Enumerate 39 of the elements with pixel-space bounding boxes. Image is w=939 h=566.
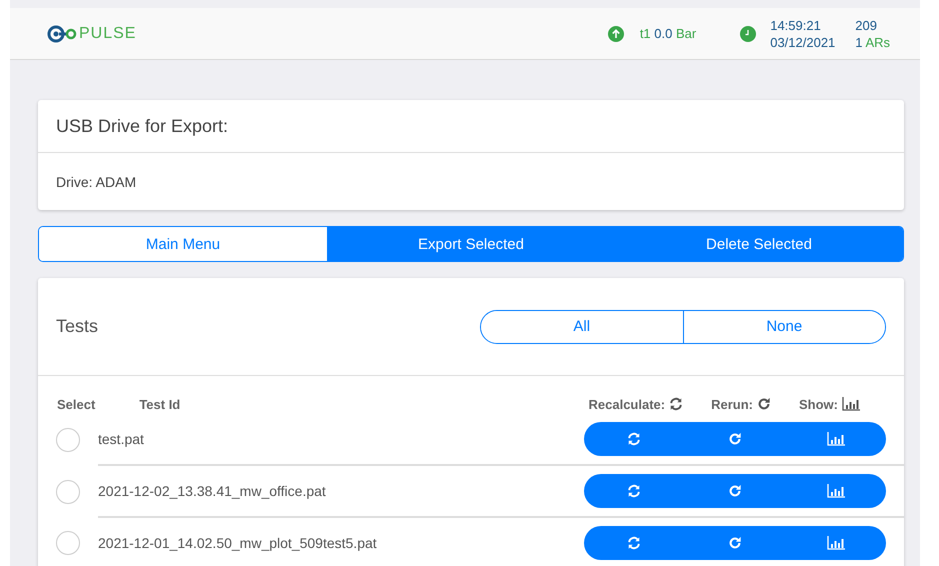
sensor-reading: t1 0.0 Bar [640,26,696,41]
refresh-icon [669,397,684,411]
bar-chart-icon [842,397,860,411]
bar-chart-icon [826,432,845,446]
clock-icon [740,26,756,42]
action-button[interactable]: Delete Selected [615,227,903,261]
bar-chart-icon [826,536,845,550]
rerun-icon [757,397,771,411]
rerun-icon [728,484,742,498]
radio-button[interactable] [56,480,80,504]
radio-button[interactable] [56,531,80,555]
count-text: 209 [855,16,878,34]
column-header: Rerun: [711,396,753,412]
column-header: Select [57,396,96,412]
refresh-icon [627,536,642,550]
column-header: Test Id [139,396,180,412]
rerun-icon [728,536,742,550]
bar-chart-icon [826,484,845,498]
refresh-icon [627,484,642,498]
column-header: Show: [799,396,838,412]
action-button[interactable]: Main Menu [39,227,327,261]
test-id-text: 2021-12-02_13.38.41_mw_office.pat [98,483,326,499]
ar-count-text: 1 ARs [855,34,890,50]
logo-text: PULSE [79,24,136,42]
filter-button[interactable]: None [682,310,885,342]
card-title: USB Drive for Export: [38,100,904,153]
arrow-up-icon [608,26,624,42]
logo-icon [47,24,77,42]
radio-button[interactable] [56,428,80,452]
test-id-text: test.pat [98,431,144,447]
rerun-icon [728,432,742,446]
drive-text: Drive: ADAM [55,172,138,192]
action-button[interactable]: Export Selected [327,227,615,261]
column-header: Recalculate: [588,396,666,412]
card-title: Tests [56,316,98,337]
date-text: 03/12/2021 [770,34,836,50]
refresh-icon [627,432,642,446]
test-id-text: 2021-12-01_14.02.50_mw_plot_509test5.pat [98,535,377,551]
time-text: 14:59:21 [770,16,822,34]
